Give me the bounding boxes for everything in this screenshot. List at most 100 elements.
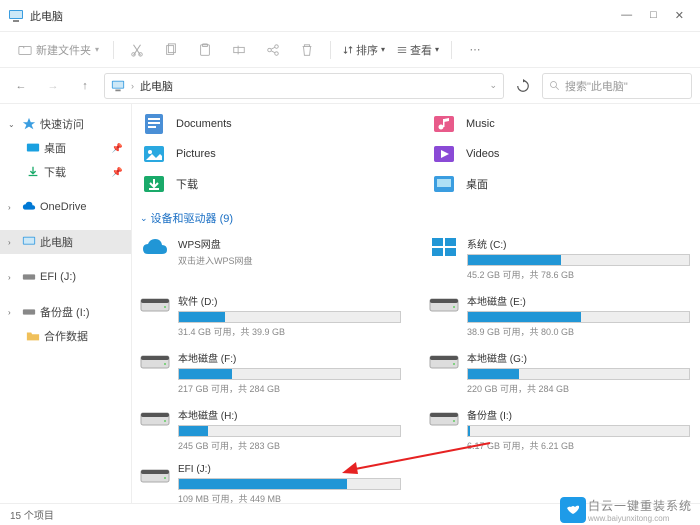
- drive-item[interactable]: 备份盘 (I:) 6.17 GB 可用，共 6.21 GB: [429, 407, 700, 454]
- drive-free-space: 109 MB 可用，共 449 MB: [178, 492, 401, 503]
- drive-item[interactable]: 系统 (C:)45.2 GB 可用，共 78.6 GB: [429, 236, 700, 283]
- folder-icon: [140, 172, 168, 196]
- library-label: Music: [466, 118, 495, 130]
- minimize-button[interactable]: —: [621, 9, 632, 22]
- drive-icon: [22, 305, 36, 319]
- drive-item[interactable]: 本地磁盘 (F:)217 GB 可用，共 284 GB: [140, 350, 411, 397]
- share-button[interactable]: [258, 38, 288, 62]
- cloud-icon: [22, 200, 36, 214]
- sidebar-onedrive[interactable]: › OneDrive: [0, 196, 131, 218]
- search-icon: [549, 80, 561, 92]
- sidebar-downloads[interactable]: 下载 📌: [0, 160, 131, 184]
- library-label: 桌面: [466, 176, 488, 192]
- drive-item[interactable]: 软件 (D:)31.4 GB 可用，共 39.9 GB: [140, 293, 411, 340]
- navigation-sidebar: ⌄ 快速访问 桌面 📌 下载 📌 › OneDrive › 此电脑 ›: [0, 104, 132, 503]
- chevron-down-icon[interactable]: ⌄: [8, 120, 18, 129]
- sidebar-efi[interactable]: › EFI (J:): [0, 266, 131, 288]
- rename-button[interactable]: [224, 38, 254, 62]
- pin-icon: 📌: [112, 143, 123, 154]
- library-pictures[interactable]: Pictures: [140, 142, 410, 166]
- library-桌面[interactable]: 桌面: [430, 172, 700, 196]
- drive-name: EFI (J:): [178, 464, 401, 475]
- sidebar-desktop[interactable]: 桌面 📌: [0, 136, 131, 160]
- storage-bar: [178, 425, 401, 437]
- storage-bar: [467, 425, 690, 437]
- this-pc-icon: [8, 8, 24, 24]
- library-music[interactable]: Music: [430, 112, 700, 136]
- drive-subtitle: 双击进入WPS网盘: [178, 254, 401, 267]
- refresh-button[interactable]: [510, 73, 536, 99]
- library-videos[interactable]: Videos: [430, 142, 700, 166]
- chevron-down-icon: ⌄: [140, 213, 148, 224]
- sort-icon: [343, 45, 353, 55]
- drive-free-space: 6.17 GB 可用，共 6.21 GB: [467, 439, 690, 452]
- library-下载[interactable]: 下载: [140, 172, 410, 196]
- address-location: 此电脑: [140, 78, 173, 94]
- close-button[interactable]: ✕: [675, 9, 684, 22]
- desktop-icon: [26, 141, 40, 155]
- address-dropdown-icon[interactable]: ⌄: [489, 80, 497, 91]
- pin-icon: 📌: [112, 167, 123, 178]
- section-devices[interactable]: ⌄ 设备和驱动器 (9): [140, 210, 700, 226]
- copy-button[interactable]: [156, 38, 186, 62]
- new-folder-button[interactable]: 新建文件夹 ▾: [12, 40, 105, 60]
- drive-icon: [140, 407, 170, 429]
- drive-name: 本地磁盘 (F:): [178, 350, 401, 365]
- delete-button[interactable]: [292, 38, 322, 62]
- drive-free-space: 245 GB 可用，共 283 GB: [178, 439, 401, 452]
- star-icon: [22, 117, 36, 131]
- view-dropdown[interactable]: 查看 ▾: [393, 40, 443, 60]
- storage-bar: [178, 368, 401, 380]
- drive-name: 备份盘 (I:): [467, 407, 690, 422]
- chevron-right-icon[interactable]: ›: [8, 308, 18, 317]
- address-bar[interactable]: › 此电脑 ⌄: [104, 73, 504, 99]
- sidebar-backup[interactable]: › 备份盘 (I:): [0, 300, 131, 324]
- drive-name: 本地磁盘 (H:): [178, 407, 401, 422]
- forward-button[interactable]: →: [40, 73, 66, 99]
- drive-item[interactable]: 本地磁盘 (H:) 245 GB 可用，共 283 GB: [140, 407, 411, 454]
- this-pc-icon: [22, 235, 36, 249]
- maximize-button[interactable]: □: [650, 9, 657, 22]
- folder-icon: [430, 112, 458, 136]
- folder-icon: [430, 142, 458, 166]
- drive-icon: [140, 293, 170, 315]
- up-button[interactable]: ↑: [72, 73, 98, 99]
- sidebar-this-pc[interactable]: › 此电脑: [0, 230, 131, 254]
- sort-dropdown[interactable]: 排序 ▾: [339, 40, 389, 60]
- this-pc-icon: [111, 79, 125, 93]
- drive-item[interactable]: 本地磁盘 (E:)38.9 GB 可用，共 80.0 GB: [429, 293, 700, 340]
- drive-item[interactable]: EFI (J:) 109 MB 可用，共 449 MB: [140, 464, 411, 503]
- sidebar-quick-access[interactable]: ⌄ 快速访问: [0, 112, 131, 136]
- library-label: Documents: [176, 118, 232, 130]
- main-content: Documents Music Pictures Videos 下载 桌面 ⌄ 设备和驱动…: [132, 104, 700, 503]
- sidebar-shared[interactable]: 合作数据: [0, 324, 131, 348]
- drive-free-space: 38.9 GB 可用，共 80.0 GB: [467, 325, 690, 338]
- download-icon: [26, 165, 40, 179]
- library-label: Videos: [466, 148, 499, 160]
- storage-bar: [467, 311, 690, 323]
- cut-button[interactable]: [122, 38, 152, 62]
- drive-free-space: 31.4 GB 可用，共 39.9 GB: [178, 325, 401, 338]
- storage-bar: [467, 254, 690, 266]
- drive-icon: [140, 236, 170, 258]
- drive-icon: [429, 350, 459, 372]
- library-label: Pictures: [176, 148, 216, 160]
- folder-icon: [430, 172, 458, 196]
- drive-free-space: 45.2 GB 可用，共 78.6 GB: [467, 268, 690, 281]
- search-box[interactable]: 搜索"此电脑": [542, 73, 692, 99]
- chevron-right-icon[interactable]: ›: [8, 273, 18, 282]
- drive-icon: [140, 464, 170, 486]
- chevron-right-icon[interactable]: ›: [8, 203, 18, 212]
- library-documents[interactable]: Documents: [140, 112, 410, 136]
- back-button[interactable]: ←: [8, 73, 34, 99]
- drive-name: WPS网盘: [178, 236, 401, 251]
- drive-icon: [429, 293, 459, 315]
- drive-item[interactable]: WPS网盘双击进入WPS网盘: [140, 236, 411, 283]
- library-label: 下载: [176, 176, 198, 192]
- more-button[interactable]: ⋯: [460, 38, 490, 62]
- folder-icon: [140, 112, 168, 136]
- chevron-right-icon[interactable]: ›: [8, 238, 18, 247]
- drive-item[interactable]: 本地磁盘 (G:)220 GB 可用，共 284 GB: [429, 350, 700, 397]
- window-title: 此电脑: [30, 8, 63, 24]
- paste-button[interactable]: [190, 38, 220, 62]
